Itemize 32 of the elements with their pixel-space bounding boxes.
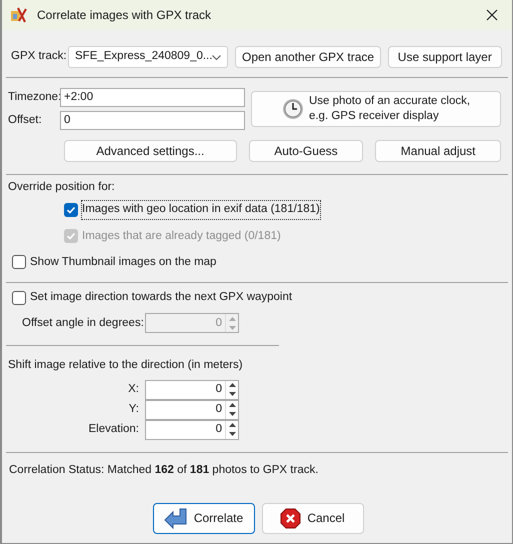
timezone-field[interactable]: +2:00 [60,88,245,107]
section-label: Shift image relative to the direction (in meters) [7,358,243,374]
status-text: Correlation Status: Matched 162 of 181 photos to GPX track. [8,462,318,478]
number-field: 0 [145,313,239,334]
button[interactable]: Manual adjust [375,140,501,162]
section-label: Override position for: [7,180,115,195]
field-label: Offset: [8,112,43,128]
checkbox-label: Set image direction towards the next GPX waypoint [30,290,292,305]
clock-photo-button[interactable]: Use photo of an accurate clock, e.g. GPS receiver display [251,91,501,127]
field-label: Timezone: [8,90,60,105]
field-label: Y: [128,402,139,417]
number-field[interactable]: 0 [145,400,239,420]
button[interactable]: Open another GPX trace [235,46,381,68]
checkbox-label: Images that are already tagged (0/181) [82,228,281,244]
gpx-track-dropdown[interactable]: SFE_Express_240809_0... [68,46,228,68]
button[interactable]: Auto-Guess [248,140,364,162]
cancel-button[interactable]: Cancel [262,502,364,534]
button-text: Use photo of an accurate clock, [308,94,470,109]
field-label: X: [128,382,139,397]
window-title: Correlate images with GPX track [37,7,212,24]
field-label: Elevation: [88,422,139,437]
field-label: GPX track: [11,49,68,64]
checkbox-label: Show Thumbnail images on the map [30,254,216,270]
button[interactable]: Advanced settings... [64,140,237,162]
field-label: Offset angle in degrees: [22,316,145,331]
button[interactable]: Use support layer [388,46,502,68]
number-field[interactable]: 0 [145,420,239,440]
offset-field[interactable]: 0 [60,111,245,130]
number-field[interactable]: 0 [145,380,239,400]
correlate-button[interactable]: Correlate [152,502,254,534]
button-text: e.g. GPS receiver display [308,109,440,124]
checkbox-label: Images with geo location in exif data (181/181) [82,201,320,218]
